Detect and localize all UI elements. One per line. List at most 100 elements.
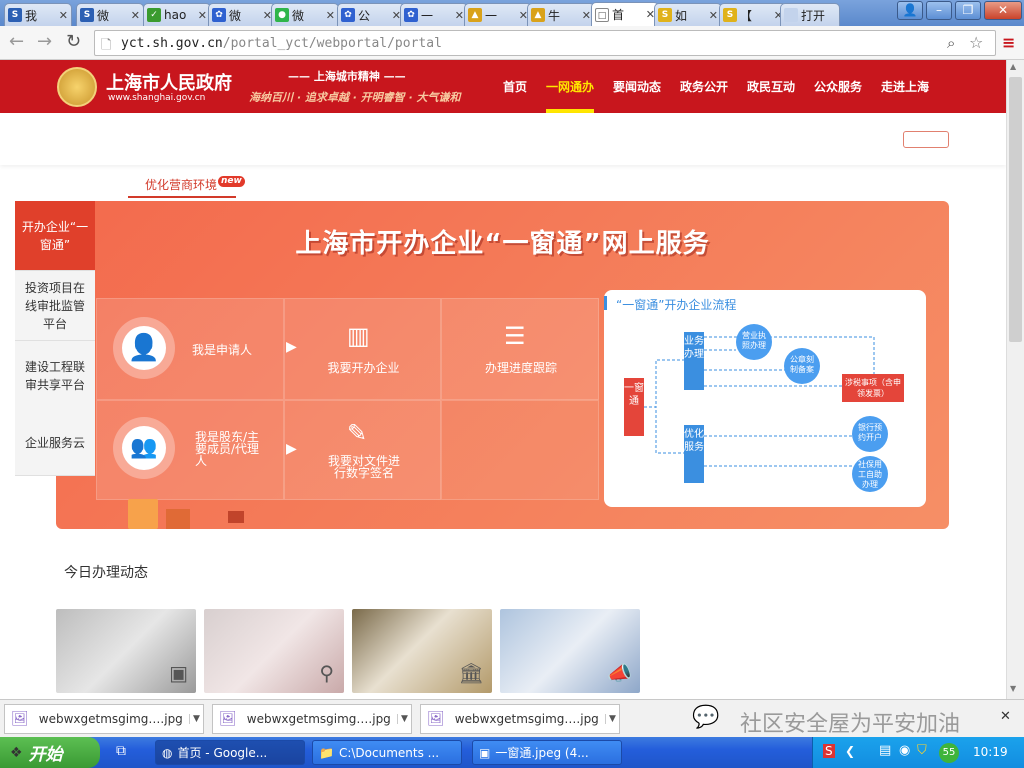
applicant-label: 我是申请人 — [192, 343, 253, 357]
nav-item[interactable]: 公众服务 — [814, 78, 862, 95]
download-menu-icon[interactable]: ▼ — [397, 714, 411, 724]
browser-tab[interactable]: ● 微 ✕ — [271, 3, 339, 26]
tab-close-icon[interactable]: ✕ — [709, 9, 718, 22]
scrollbar-thumb[interactable] — [1009, 77, 1022, 342]
tray-arrow-icon[interactable]: ❮ — [845, 744, 855, 758]
download-item[interactable]: 🖼 webwxgetmsgimg….jpg ▼ — [420, 704, 620, 734]
browser-tab[interactable]: ▲ 一 ✕ — [464, 3, 532, 26]
service-banner: 上海市开办企业“一窗通”网上服务 👤 我是申请人 ▶ ▥ 我要开办企业 ☰ 办理… — [56, 201, 949, 529]
side-tab-label: 企业服务云 — [24, 435, 85, 450]
tab-close-icon[interactable]: ✕ — [131, 9, 140, 22]
download-menu-icon[interactable]: ▼ — [189, 714, 203, 724]
task-app-icon: ▣ — [479, 745, 491, 760]
taskbar-task[interactable]: ◍ 首页 - Google... — [155, 740, 305, 765]
nav-item[interactable]: 要闻动态 — [613, 78, 661, 95]
news-thumbnail-4[interactable]: 📣 — [500, 609, 640, 693]
side-tab[interactable]: 建设工程联审共享平台 — [15, 341, 95, 411]
taskbar-task[interactable]: ▣ 一窗通.jpeg (4... — [472, 740, 622, 765]
sogou-icon[interactable]: S — [823, 744, 835, 758]
browser-tab[interactable]: ✿ 微 ✕ — [208, 3, 276, 26]
download-filename: webwxgetmsgimg….jpg — [38, 712, 183, 726]
person-icon: 👤 — [122, 326, 166, 370]
open-company-button[interactable]: ▥ 我要开办企业 — [284, 298, 441, 400]
maximize-button[interactable]: ❐ — [955, 1, 981, 20]
scroll-up-icon[interactable]: ▲ — [1010, 62, 1016, 71]
nav-item[interactable]: 首页 — [503, 78, 527, 95]
browser-tab[interactable]: ▲ 牛 ✕ — [527, 3, 595, 26]
quicklaunch-icon[interactable]: ⧉ — [116, 743, 126, 759]
side-tab[interactable]: 企业服务云 — [15, 410, 95, 476]
nav-item[interactable]: 一网通办 — [546, 78, 594, 95]
browser-tab[interactable]: S 我 ✕ — [4, 3, 72, 26]
tab-favicon-icon: ✿ — [212, 8, 226, 22]
close-downloads-icon[interactable]: ✕ — [1000, 709, 1011, 724]
nav-item[interactable]: 走进上海 — [881, 78, 929, 95]
digital-sign-button[interactable]: ✎ 我要对文件进行数字签名 — [284, 400, 441, 500]
login-button[interactable] — [903, 131, 949, 148]
tab-favicon-icon: □ — [595, 7, 609, 22]
browser-tab[interactable]: 打开 — [780, 3, 840, 26]
download-item[interactable]: 🖼 webwxgetmsgimg….jpg ▼ — [212, 704, 412, 734]
scroll-down-icon[interactable]: ▼ — [1010, 684, 1016, 693]
reload-icon[interactable]: ↻ — [66, 33, 81, 51]
network-icon[interactable]: ▤ — [879, 743, 891, 758]
download-menu-icon[interactable]: ▼ — [605, 714, 619, 724]
browser-tab[interactable]: ✓ hao ✕ — [143, 3, 211, 26]
news-thumbnail-3[interactable]: 🏛 — [352, 609, 492, 693]
clock: 10:19 — [973, 745, 1008, 759]
user-icon[interactable]: 👤 — [897, 1, 923, 20]
shareholder-entry[interactable]: 👥 我是股东/主要成员/代理人 ▶ — [96, 400, 297, 500]
start-button[interactable]: ❖ 开始 — [0, 737, 100, 768]
tab-close-icon[interactable]: ✕ — [59, 9, 68, 22]
browser-tab[interactable]: ✿ 公 ✕ — [337, 3, 405, 26]
task-app-icon: 📁 — [319, 745, 334, 760]
taskbar-task[interactable]: 📁 C:\Documents ... — [312, 740, 462, 765]
tab-close-icon[interactable]: ✕ — [326, 9, 335, 22]
tab-close-icon[interactable]: ✕ — [455, 9, 464, 22]
today-activity-title: 今日办理动态 — [64, 565, 148, 581]
tab-close-icon[interactable]: ✕ — [582, 9, 591, 22]
menu-icon[interactable]: ≡ — [1002, 33, 1015, 52]
spirit-text: 海纳百川 · 追求卓越 · 开明睿智 · 大气谦和 — [249, 91, 461, 104]
browser-tab[interactable]: S 【✕ — [719, 3, 787, 26]
zoom-icon[interactable]: ⌕ — [947, 34, 955, 52]
url-input[interactable]: 🗋 yct.sh.gov.cn/portal_yct/webportal/por… — [94, 30, 996, 56]
tab-title: 牛 — [548, 8, 561, 23]
tab-favicon-icon: ✿ — [404, 8, 418, 22]
browser-tab[interactable]: ✿ 一 ✕ — [400, 3, 468, 26]
forward-icon[interactable]: → — [37, 33, 52, 51]
nav-item[interactable]: 政民互动 — [747, 78, 795, 95]
back-icon[interactable]: ← — [9, 33, 24, 51]
nav-item[interactable]: 政务公开 — [680, 78, 728, 95]
tax-icon: 📣 — [607, 661, 632, 685]
progress-label: 办理进度跟踪 — [484, 361, 557, 375]
minimize-button[interactable]: – — [926, 1, 952, 20]
tab-title: 我 — [25, 8, 38, 23]
flow-node-seal: 公章刻制备案 — [784, 348, 820, 384]
progress-tracking-button[interactable]: ☰ 办理进度跟踪 — [441, 298, 599, 400]
news-thumbnail-2[interactable]: ⚲ — [204, 609, 344, 693]
bookmark-star-icon[interactable]: ☆ — [969, 33, 983, 52]
tray-badge[interactable]: 55 — [939, 743, 959, 763]
close-window-button[interactable]: ✕ — [984, 1, 1022, 20]
side-tab[interactable]: 开办企业“一窗通” — [15, 201, 95, 271]
optimize-business-link[interactable]: 优化营商环境 — [145, 176, 217, 193]
task-app-icon: ◍ — [162, 745, 173, 760]
tab-close-icon[interactable]: ✕ — [198, 9, 207, 22]
flow-node-bank: 银行预约开户 — [852, 416, 888, 452]
browser-tab[interactable]: S 微 ✕ — [76, 3, 144, 26]
news-thumbnail-1[interactable]: ▣ — [56, 609, 196, 693]
applicant-entry[interactable]: 👤 我是申请人 ▶ — [96, 298, 297, 400]
shield-icon[interactable]: ⛉ — [917, 743, 927, 758]
image-file-icon: 🖼 — [427, 711, 445, 727]
tab-title: 微 — [292, 8, 305, 23]
browser-tab[interactable]: □ 首 ✕ — [591, 2, 659, 26]
download-item[interactable]: 🖼 webwxgetmsgimg….jpg ▼ — [4, 704, 204, 734]
banner-title: 上海市开办企业“一窗通”网上服务 — [295, 229, 710, 259]
taskbar: ❖ 开始 ⧉ ◍ 首页 - Google... 📁 C:\Documents ... ▣… — [0, 737, 1024, 768]
side-tab[interactable]: 投资项目在线审批监管平台 — [15, 271, 95, 341]
browser-tab[interactable]: S 如 ✕ — [654, 3, 722, 26]
system-tray: S ❮ ▤ ◉ ⛉ 55 10:19 — [812, 737, 1024, 768]
volume-icon[interactable]: ◉ — [899, 743, 910, 758]
scrollbar[interactable]: ▲ ▼ — [1006, 60, 1024, 699]
